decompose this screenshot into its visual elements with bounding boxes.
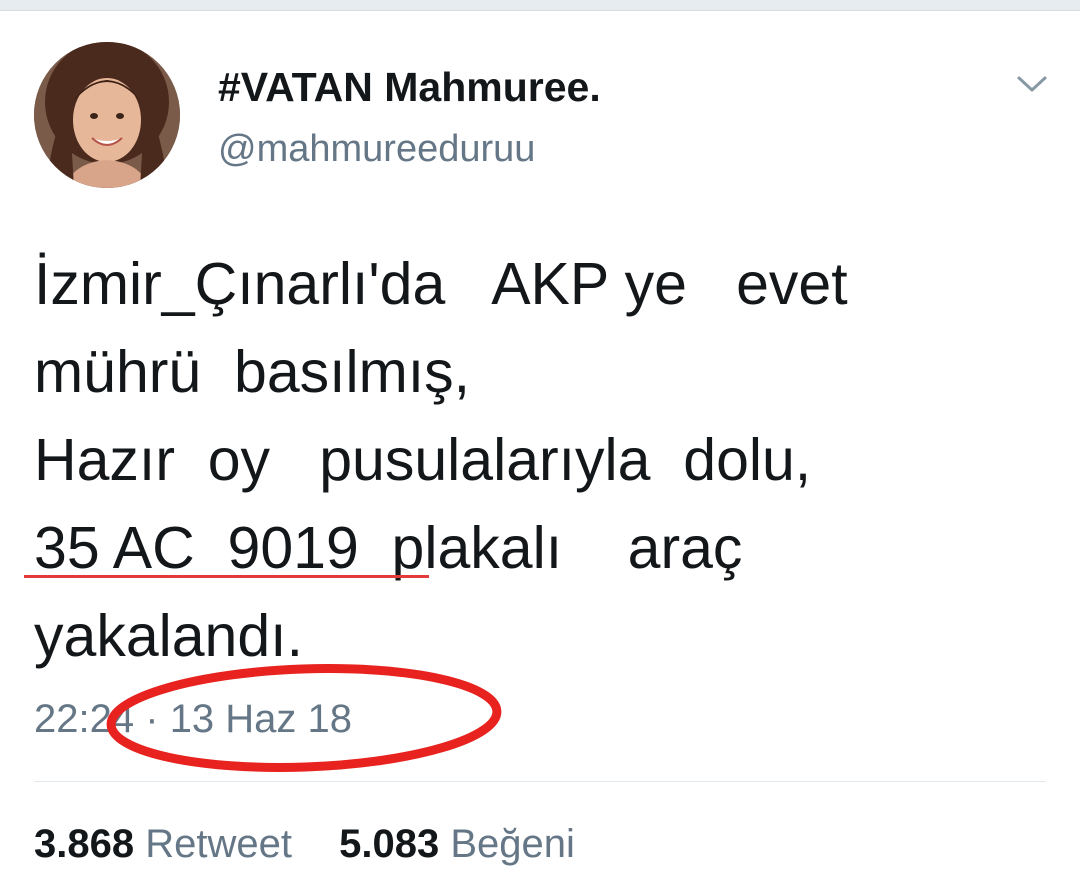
tweet-detail-page: #VATAN Mahmuree. @mahmureeduruu İzmir_Çı… xyxy=(0,0,1080,894)
tweet-menu-button[interactable] xyxy=(1010,64,1054,104)
top-divider xyxy=(0,0,1080,11)
like-stat[interactable]: 5.083 Beğeni xyxy=(339,822,575,867)
retweet-count: 3.868 xyxy=(34,822,135,866)
retweet-stat[interactable]: 3.868 Retweet xyxy=(34,822,292,867)
tweet-text-line: mührü basılmış, xyxy=(34,339,471,405)
tweet-text-line: Hazır oy pusulalarıyla dolu, xyxy=(34,427,812,493)
author-display-name[interactable]: #VATAN Mahmuree. xyxy=(218,64,601,111)
tweet-text-line: İzmir_Çınarlı'da AKP ye evet xyxy=(34,251,848,317)
stats-divider xyxy=(34,781,1046,782)
retweet-label: Retweet xyxy=(145,822,292,866)
author-handle[interactable]: @mahmureeduruu xyxy=(218,128,535,171)
profile-photo-icon xyxy=(34,42,180,188)
tweet-stats: 3.868 Retweet 5.083 Beğeni xyxy=(34,822,575,867)
red-underline-annotation xyxy=(24,575,429,578)
avatar[interactable] xyxy=(34,42,180,188)
chevron-down-icon xyxy=(1017,76,1047,92)
tweet-text: İzmir_Çınarlı'da AKP ye evet mührü basıl… xyxy=(34,240,1054,680)
like-count: 5.083 xyxy=(339,822,440,866)
red-circle-annotation xyxy=(106,664,502,772)
tweet-text-line: 35 AC 9019 plakalı araç xyxy=(34,515,743,581)
like-label: Beğeni xyxy=(450,822,575,866)
